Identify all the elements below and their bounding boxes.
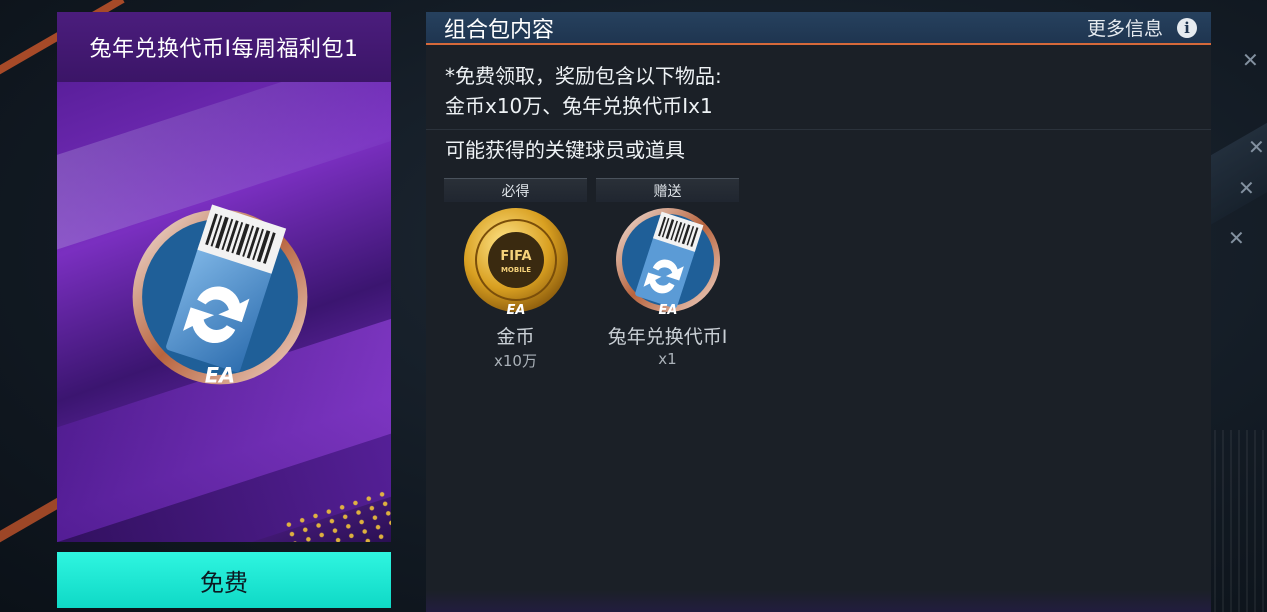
description-line: *免费领取，奖励包含以下物品: [445, 64, 722, 88]
list-item[interactable]: 赠送 EA 兔年兑换代币I x1 [596, 178, 739, 371]
description-line: 金币x10万、兔年兑换代币Ix1 [445, 94, 713, 118]
panel-header: 组合包内容 更多信息 i [426, 12, 1211, 45]
svg-text:EA: EA [506, 303, 525, 318]
list-item[interactable]: 必得 FIFA MOBILE EA 金币 x10万 [444, 178, 587, 371]
free-claim-button[interactable]: 免费 [57, 552, 391, 608]
cross-decoration-icon: ✕ [1228, 226, 1245, 250]
svg-text:MOBILE: MOBILE [500, 266, 530, 274]
more-info-button[interactable]: 更多信息 i [1087, 14, 1197, 41]
pack-artwork: EA [57, 82, 391, 542]
exchange-token-icon: EA [132, 204, 308, 388]
svg-text:FIFA: FIFA [500, 249, 531, 264]
item-tag: 必得 [444, 178, 587, 202]
info-icon[interactable]: i [1177, 17, 1197, 38]
item-name: 金币 [496, 326, 535, 348]
item-list: 必得 FIFA MOBILE EA 金币 x10万 赠送 EA 兔年兑换代币I … [444, 178, 739, 371]
item-name: 兔年兑换代币I [607, 326, 728, 348]
cross-decoration-icon: ✕ [1242, 48, 1259, 72]
pack-description: *免费领取，奖励包含以下物品: 金币x10万、兔年兑换代币Ix1 [426, 45, 1211, 129]
panel-title: 组合包内容 [444, 17, 555, 43]
key-items-heading: 可能获得的关键球员或道具 [445, 138, 685, 162]
pack-card[interactable]: 兔年兑换代币I每周福利包1 EA [57, 12, 391, 542]
svg-text:EA: EA [205, 364, 235, 388]
pack-contents-panel: 组合包内容 更多信息 i *免费领取，奖励包含以下物品: 金币x10万、兔年兑换… [426, 12, 1211, 612]
cross-decoration-icon: ✕ [1238, 176, 1255, 200]
item-quantity: x1 [658, 350, 677, 368]
exchange-token-icon: EA [615, 208, 720, 318]
svg-text:EA: EA [658, 303, 677, 318]
more-info-label: 更多信息 [1086, 18, 1163, 40]
panel-bottom-fade [426, 590, 1211, 612]
pack-title: 兔年兑换代币I每周福利包1 [57, 12, 391, 82]
item-tag: 赠送 [596, 178, 739, 202]
coin-icon: FIFA MOBILE EA [463, 208, 568, 318]
cross-decoration-icon: ✕ [1248, 135, 1265, 159]
item-quantity: x10万 [494, 352, 537, 370]
